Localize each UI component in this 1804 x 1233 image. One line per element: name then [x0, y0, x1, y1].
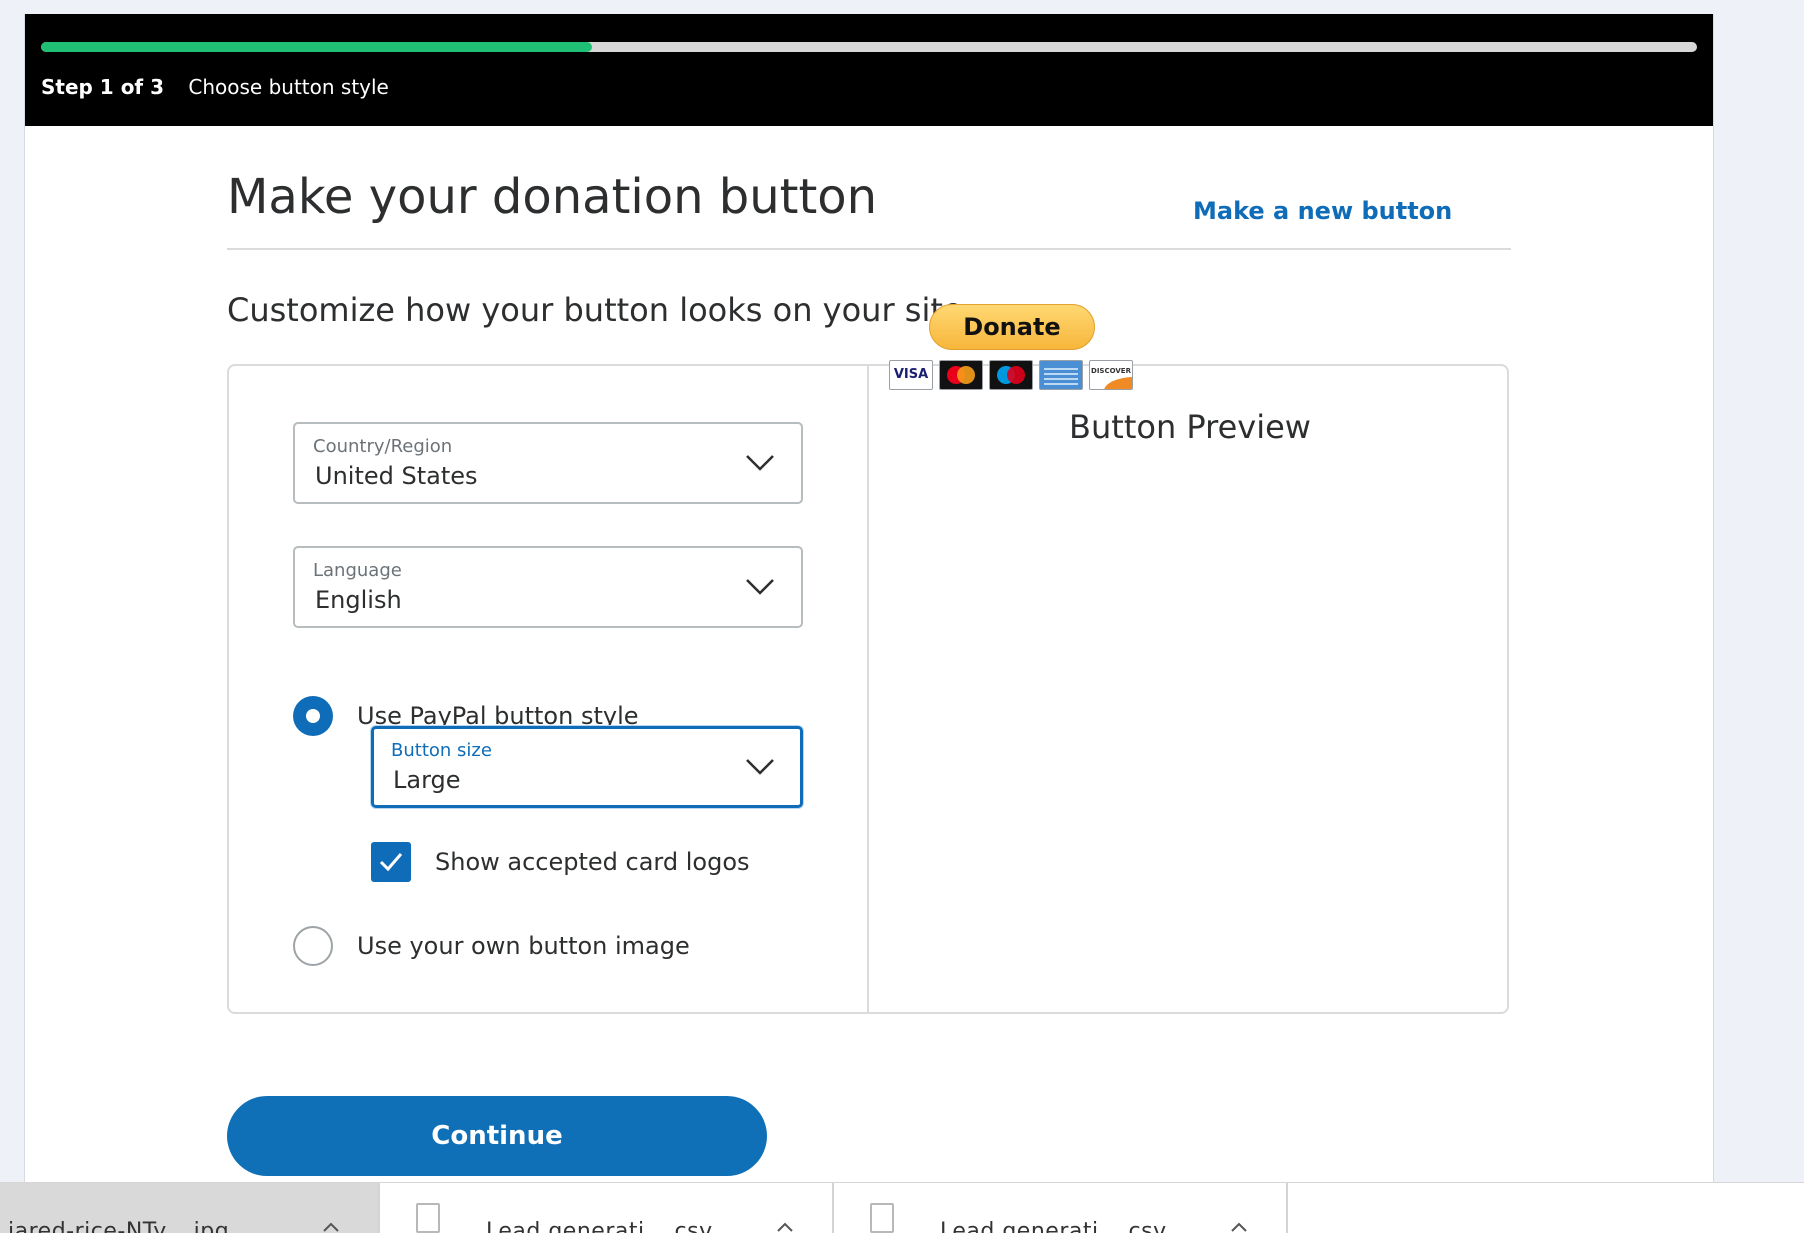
continue-button[interactable]: Continue — [227, 1096, 767, 1176]
chevron-up-icon[interactable] — [322, 1221, 340, 1233]
language-select[interactable]: Language English — [293, 546, 803, 628]
file-icon — [416, 1203, 440, 1233]
step-count: Step 1 of 3 — [41, 75, 165, 99]
progress-bar — [41, 42, 1697, 52]
download-file-name: jared-rice-NTy....jpg — [8, 1219, 230, 1233]
visa-logo-icon: VISA — [889, 360, 933, 390]
chevron-down-icon — [746, 759, 774, 775]
download-item[interactable]: Lead generati....csv — [834, 1183, 1288, 1233]
button-size-value: Large — [393, 766, 461, 794]
progress-bar-fill — [41, 42, 593, 52]
download-item[interactable]: Lead generati....csv — [380, 1183, 834, 1233]
language-label: Language — [313, 560, 402, 581]
file-icon — [870, 1203, 894, 1233]
step-indicator: Step 1 of 3 Choose button style — [41, 72, 389, 102]
page-subtitle: Customize how your button looks on your … — [227, 291, 963, 329]
amex-logo-icon — [1039, 360, 1083, 390]
checkmark-icon — [379, 853, 403, 872]
show-card-logos-label: Show accepted card logos — [435, 848, 750, 876]
make-new-button-link[interactable]: Make a new button — [1193, 194, 1452, 228]
downloads-bar: jared-rice-NTy....jpg Lead generati....c… — [0, 1182, 1804, 1233]
progress-header: Step 1 of 3 Choose button style — [25, 14, 1713, 126]
donate-button: Donate — [929, 304, 1095, 350]
chevron-up-icon[interactable] — [776, 1221, 794, 1233]
button-size-select[interactable]: Button size Large — [371, 726, 803, 808]
country-region-select[interactable]: Country/Region United States — [293, 422, 803, 504]
own-image-label: Use your own button image — [357, 932, 690, 960]
own-image-radio[interactable] — [293, 926, 333, 966]
download-item[interactable]: jared-rice-NTy....jpg — [0, 1183, 380, 1233]
preview-title: Button Preview — [1069, 408, 1311, 446]
donate-button-preview: Donate VISA DISCOVER — [889, 304, 1135, 394]
show-card-logos-checkbox[interactable] — [371, 842, 411, 882]
page-title: Make your donation button — [227, 169, 878, 225]
button-size-label: Button size — [391, 740, 492, 761]
download-file-name: Lead generati....csv — [940, 1219, 1167, 1233]
maestro-logo-icon — [989, 360, 1033, 390]
card-divider — [867, 366, 869, 1012]
mastercard-logo-icon — [939, 360, 983, 390]
country-region-label: Country/Region — [313, 436, 453, 457]
paypal-style-radio[interactable] — [293, 696, 333, 736]
step-name: Choose button style — [188, 75, 389, 99]
app-frame: Step 1 of 3 Choose button style Make you… — [24, 14, 1714, 1232]
language-value: English — [315, 586, 402, 614]
chevron-down-icon — [746, 579, 774, 595]
download-file-name: Lead generati....csv — [486, 1219, 713, 1233]
discover-logo-icon: DISCOVER — [1089, 360, 1133, 390]
country-region-value: United States — [315, 462, 478, 490]
chevron-down-icon — [746, 455, 774, 471]
button-settings-card: Country/Region United States Language En… — [227, 364, 1509, 1014]
title-divider — [227, 248, 1511, 250]
chevron-up-icon[interactable] — [1230, 1221, 1248, 1233]
